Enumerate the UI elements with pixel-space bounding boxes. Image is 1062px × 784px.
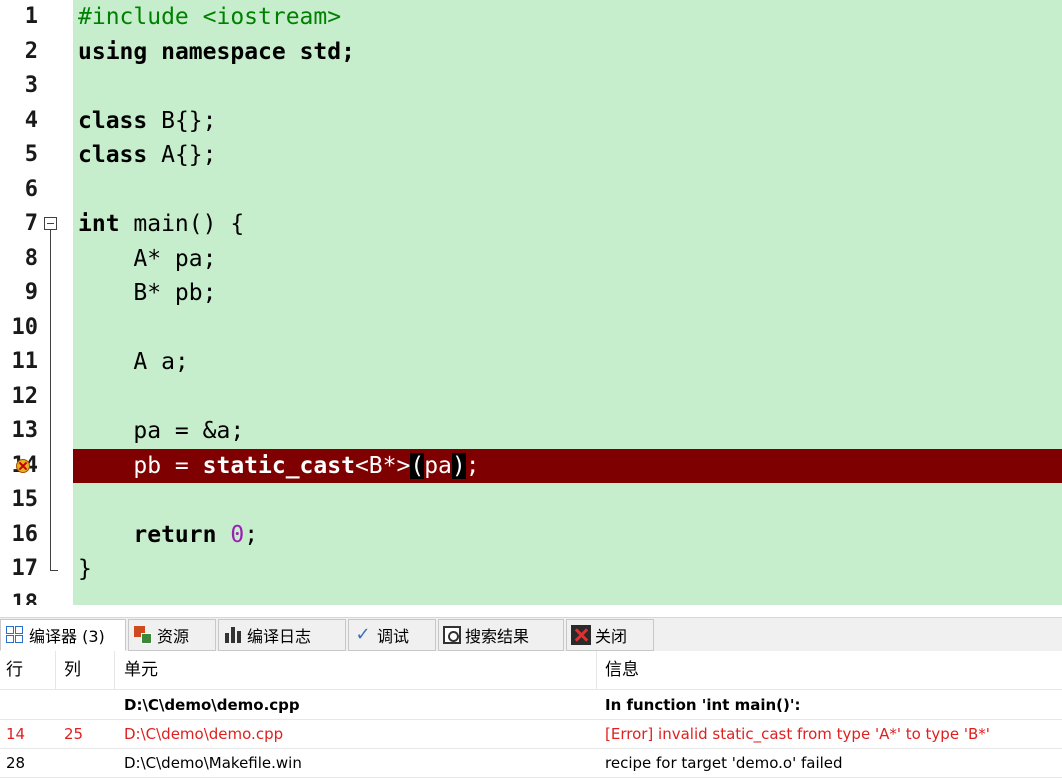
column-header-message[interactable]: 信息	[605, 651, 639, 689]
code-line: 6	[0, 173, 1062, 208]
compiler-grid-icon	[5, 625, 25, 645]
line-number: 18	[11, 590, 39, 606]
cell-unit: D:\C\demo\demo.cpp	[124, 696, 300, 714]
cell-col: 25	[64, 725, 84, 743]
line-number: 13	[11, 418, 39, 443]
code-line: 1 #include <iostream>	[0, 0, 1062, 35]
cell-unit: D:\C\demo\Makefile.win	[124, 754, 302, 772]
code-text: #include <iostream>	[78, 4, 342, 30]
column-divider[interactable]	[55, 651, 56, 689]
tab-debug[interactable]: ✓ 调试	[348, 619, 436, 651]
compiler-messages-table[interactable]: 行 列 单元 信息 D:\C\demo\demo.cpp In function…	[0, 651, 1062, 784]
line-number: 1	[24, 4, 38, 29]
code-line: 13 pa = &a;	[0, 414, 1062, 449]
code-line: 8 A* pa;	[0, 242, 1062, 277]
tab-label: 关闭	[595, 627, 628, 646]
line-number: 3	[24, 73, 38, 98]
tab-close[interactable]: 关闭	[566, 619, 654, 651]
line-number: 15	[11, 487, 39, 512]
column-divider[interactable]	[596, 651, 597, 689]
table-row[interactable]: 28 D:\C\demo\Makefile.win recipe for tar…	[0, 749, 1062, 778]
cell-line: 28	[6, 754, 26, 772]
close-icon	[571, 625, 591, 645]
line-number: 16	[11, 521, 39, 547]
fold-guide-line	[50, 230, 51, 570]
code-line: 9 B* pb;	[0, 276, 1062, 311]
code-text: pb = static_cast<B*>(pa);	[78, 452, 480, 479]
code-line: 10	[0, 311, 1062, 346]
line-number: 8	[24, 245, 38, 271]
code-text: }	[78, 556, 92, 582]
code-line: 18	[0, 587, 1062, 606]
cell-message: recipe for target 'demo.o' failed	[605, 754, 843, 772]
cell-message: In function 'int main()':	[605, 696, 801, 714]
table-row-error[interactable]: 14 25 D:\C\demo\demo.cpp [Error] invalid…	[0, 720, 1062, 749]
code-text: pa = &a;	[78, 418, 245, 444]
search-results-icon	[443, 626, 461, 644]
table-row[interactable]: D:\C\demo\demo.cpp In function 'int main…	[0, 691, 1062, 720]
tab-label: 搜索结果	[465, 627, 530, 646]
cell-unit: D:\C\demo\demo.cpp	[124, 725, 284, 743]
tab-compiler[interactable]: 编译器 (3)	[0, 619, 126, 651]
error-line-highlight: pb = static_cast<B*>(pa);	[73, 448, 1062, 483]
code-text: A* pa;	[78, 245, 217, 272]
table-header: 行 列 单元 信息	[0, 651, 1062, 690]
tab-label: 编译日志	[247, 627, 312, 646]
line-number: 5	[24, 142, 38, 167]
line-number: 11	[11, 349, 39, 374]
code-line: 5 class A{};	[0, 138, 1062, 173]
code-text: return 0;	[133, 521, 259, 548]
code-line: 16 return 0;	[0, 518, 1062, 553]
error-marker-icon[interactable]	[16, 458, 30, 473]
code-line-error: 14 pb = static_cast<B*>(pa);	[0, 448, 1062, 484]
resources-icon	[133, 625, 153, 645]
fold-end-mark	[50, 570, 58, 571]
line-number: 2	[24, 38, 38, 64]
line-number: 4	[24, 107, 38, 133]
code-text: A a;	[78, 349, 189, 375]
tab-search-results[interactable]: 搜索结果	[438, 619, 564, 651]
line-number: 7	[24, 211, 38, 236]
column-header-unit[interactable]: 单元	[124, 651, 158, 689]
code-line: 4 class B{};	[0, 104, 1062, 139]
line-number: 9	[24, 280, 38, 305]
cell-message: [Error] invalid static_cast from type 'A…	[605, 725, 990, 743]
tab-label: 资源	[157, 627, 190, 646]
code-text: class B{};	[78, 107, 217, 134]
tab-resources[interactable]: 资源	[128, 619, 216, 651]
tab-compile-log[interactable]: 编译日志	[218, 619, 346, 651]
code-text: B* pb;	[78, 280, 217, 306]
tab-label: 编译器 (3)	[29, 627, 105, 646]
line-number: 10	[11, 314, 39, 340]
bottom-panel-tabs: 编译器 (3) 资源 编译日志 ✓ 调试 搜索结果 关闭	[0, 617, 1062, 652]
debug-check-icon: ✓	[355, 624, 371, 645]
code-text: class A{};	[78, 142, 217, 168]
tab-label: 调试	[377, 627, 410, 646]
line-number: 12	[11, 383, 39, 409]
column-divider[interactable]	[114, 651, 115, 689]
code-line: 7 int main() {	[0, 207, 1062, 242]
code-text: int main() {	[78, 211, 245, 237]
line-number: 6	[24, 176, 38, 202]
line-number: 17	[11, 556, 39, 581]
cell-line: 14	[6, 725, 26, 743]
fold-toggle-icon[interactable]	[44, 217, 57, 230]
code-line: 17 }	[0, 552, 1062, 587]
code-editor[interactable]: 1 #include <iostream> 2 using namespace …	[0, 0, 1062, 605]
column-header-line[interactable]: 行	[6, 651, 23, 689]
column-header-col[interactable]: 列	[64, 651, 81, 689]
compile-log-chart-icon	[223, 625, 243, 645]
code-text: using namespace std;	[78, 38, 355, 65]
code-line: 11 A a;	[0, 345, 1062, 380]
code-line: 2 using namespace std;	[0, 35, 1062, 70]
code-line: 3	[0, 69, 1062, 104]
code-line: 12	[0, 380, 1062, 415]
code-line: 15	[0, 483, 1062, 518]
